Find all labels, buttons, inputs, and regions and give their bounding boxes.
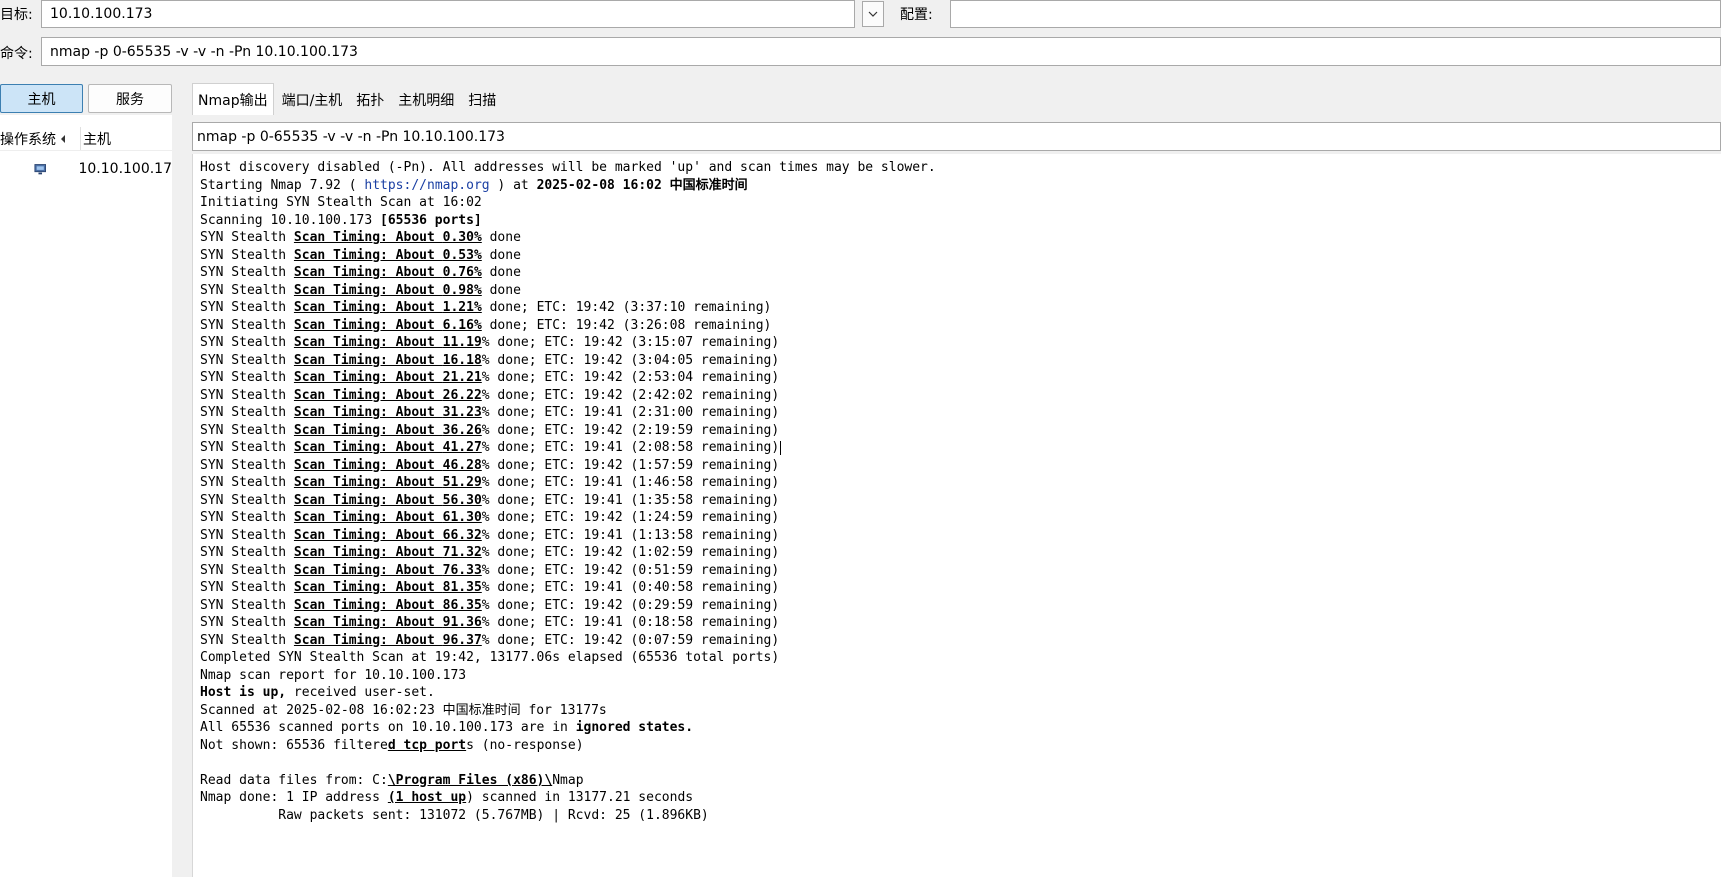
scan-timing-line: SYN Stealth Scan Timing: About 0.30% don… bbox=[200, 230, 521, 245]
tab-nmap-output[interactable]: Nmap输出 bbox=[192, 83, 274, 115]
scan-timing-line: SYN Stealth Scan Timing: About 16.18% do… bbox=[200, 352, 780, 368]
scan-timing-line: SYN Stealth Scan Timing: About 0.76% don… bbox=[200, 265, 521, 280]
scan-timing-line: SYN Stealth Scan Timing: About 56.30% do… bbox=[200, 492, 780, 508]
output-line: Initiating SYN Stealth Scan at 16:02 bbox=[200, 195, 482, 210]
command-label: 命令: bbox=[0, 46, 33, 62]
scan-timing-line: SYN Stealth Scan Timing: About 41.27% do… bbox=[200, 440, 782, 455]
scan-timing-line: SYN Stealth Scan Timing: About 71.32% do… bbox=[200, 545, 780, 560]
nmap-output-panel[interactable]: Host discovery disabled (-Pn). All addre… bbox=[192, 154, 1721, 877]
tab-scans[interactable]: 扫描 bbox=[462, 85, 503, 115]
output-command-selector[interactable]: nmap -p 0-65535 -v -v -n -Pn 10.10.100.1… bbox=[192, 122, 1721, 151]
output-line: Raw packets sent: 131072 (5.767MB) | Rcv… bbox=[200, 807, 709, 823]
output-blank-line bbox=[200, 754, 1721, 772]
output-line: Completed SYN Stealth Scan at 19:42, 131… bbox=[200, 650, 780, 665]
scan-timing-line: SYN Stealth Scan Timing: About 6.16% don… bbox=[200, 317, 772, 333]
os-unknown-icon bbox=[34, 164, 47, 175]
output-line: Scanning 10.10.100.173 [65536 ports] bbox=[200, 212, 482, 228]
hosts-button[interactable]: 主机 bbox=[0, 84, 83, 113]
target-dropdown-button[interactable] bbox=[862, 1, 884, 27]
output-line: Nmap scan report for 10.10.100.173 bbox=[200, 667, 467, 683]
tab-ports-hosts[interactable]: 端口/主机 bbox=[275, 85, 349, 115]
column-header-host[interactable]: 主机 bbox=[80, 127, 111, 150]
output-line: Host discovery disabled (-Pn). All addre… bbox=[200, 160, 936, 175]
services-button[interactable]: 服务 bbox=[88, 84, 172, 113]
chevron-down-icon bbox=[868, 11, 878, 17]
output-line: Starting Nmap 7.92 ( https://nmap.org ) … bbox=[200, 177, 748, 193]
profile-input[interactable] bbox=[950, 0, 1721, 28]
column-header-os[interactable]: 操作系统 bbox=[0, 129, 80, 149]
scan-timing-line: SYN Stealth Scan Timing: About 0.98% don… bbox=[200, 282, 521, 298]
output-line: Read data files from: C:\Program Files (… bbox=[200, 772, 584, 788]
scan-timing-line: SYN Stealth Scan Timing: About 36.26% do… bbox=[200, 422, 780, 438]
scan-timing-line: SYN Stealth Scan Timing: About 96.37% do… bbox=[200, 632, 780, 648]
host-column-label: 主机 bbox=[83, 131, 111, 148]
output-line: Scanned at 2025-02-08 16:02:23 中国标准时间 fo… bbox=[200, 702, 607, 718]
scan-timing-line: SYN Stealth Scan Timing: About 51.29% do… bbox=[200, 475, 780, 490]
scan-timing-line: SYN Stealth Scan Timing: About 26.22% do… bbox=[200, 387, 780, 403]
scan-timing-line: SYN Stealth Scan Timing: About 46.28% do… bbox=[200, 457, 780, 473]
scan-timing-line: SYN Stealth Scan Timing: About 1.21% don… bbox=[200, 300, 772, 315]
tab-bar: Nmap输出 端口/主机 拓扑 主机明细 扫描 bbox=[192, 83, 503, 115]
tab-host-details[interactable]: 主机明细 bbox=[392, 85, 461, 115]
host-list-header: 操作系统 主机 bbox=[0, 127, 172, 151]
scan-timing-line: SYN Stealth Scan Timing: About 21.21% do… bbox=[200, 370, 780, 385]
scan-timing-line: SYN Stealth Scan Timing: About 31.23% do… bbox=[200, 405, 780, 420]
scan-timing-line: SYN Stealth Scan Timing: About 86.35% do… bbox=[200, 597, 780, 613]
nmap-link[interactable]: https://nmap.org bbox=[364, 178, 489, 193]
output-line: Host is up, received user-set. bbox=[200, 685, 435, 700]
scan-timing-line: SYN Stealth Scan Timing: About 91.36% do… bbox=[200, 615, 780, 630]
profile-label: 配置: bbox=[900, 7, 933, 23]
command-input[interactable]: nmap -p 0-65535 -v -v -n -Pn 10.10.100.1… bbox=[41, 37, 1721, 66]
os-column-label: 操作系统 bbox=[0, 131, 56, 148]
sort-arrow-icon bbox=[61, 134, 65, 143]
panel-splitter[interactable] bbox=[172, 78, 192, 877]
scan-timing-line: SYN Stealth Scan Timing: About 0.53% don… bbox=[200, 247, 521, 263]
output-line: Not shown: 65536 filtered tcp ports (no-… bbox=[200, 737, 584, 753]
scan-timing-line: SYN Stealth Scan Timing: About 81.35% do… bbox=[200, 580, 780, 595]
target-input[interactable]: 10.10.100.173 bbox=[41, 0, 855, 28]
tab-topology[interactable]: 拓扑 bbox=[350, 85, 391, 115]
host-ip: 10.10.100.17 bbox=[78, 161, 172, 177]
host-row[interactable]: 10.10.100.17 bbox=[0, 158, 172, 180]
host-list-panel: 操作系统 主机 10.10.100.17 bbox=[0, 115, 172, 877]
scan-timing-line: SYN Stealth Scan Timing: About 66.32% do… bbox=[200, 527, 780, 543]
target-label: 目标: bbox=[0, 7, 33, 23]
scan-timing-line: SYN Stealth Scan Timing: About 11.19% do… bbox=[200, 335, 780, 350]
text-cursor bbox=[780, 440, 782, 455]
output-line: Nmap done: 1 IP address (1 host up) scan… bbox=[200, 790, 694, 805]
scan-timing-line: SYN Stealth Scan Timing: About 76.33% do… bbox=[200, 562, 780, 578]
scan-timing-line: SYN Stealth Scan Timing: About 61.30% do… bbox=[200, 510, 780, 525]
output-line: All 65536 scanned ports on 10.10.100.173… bbox=[200, 720, 694, 735]
